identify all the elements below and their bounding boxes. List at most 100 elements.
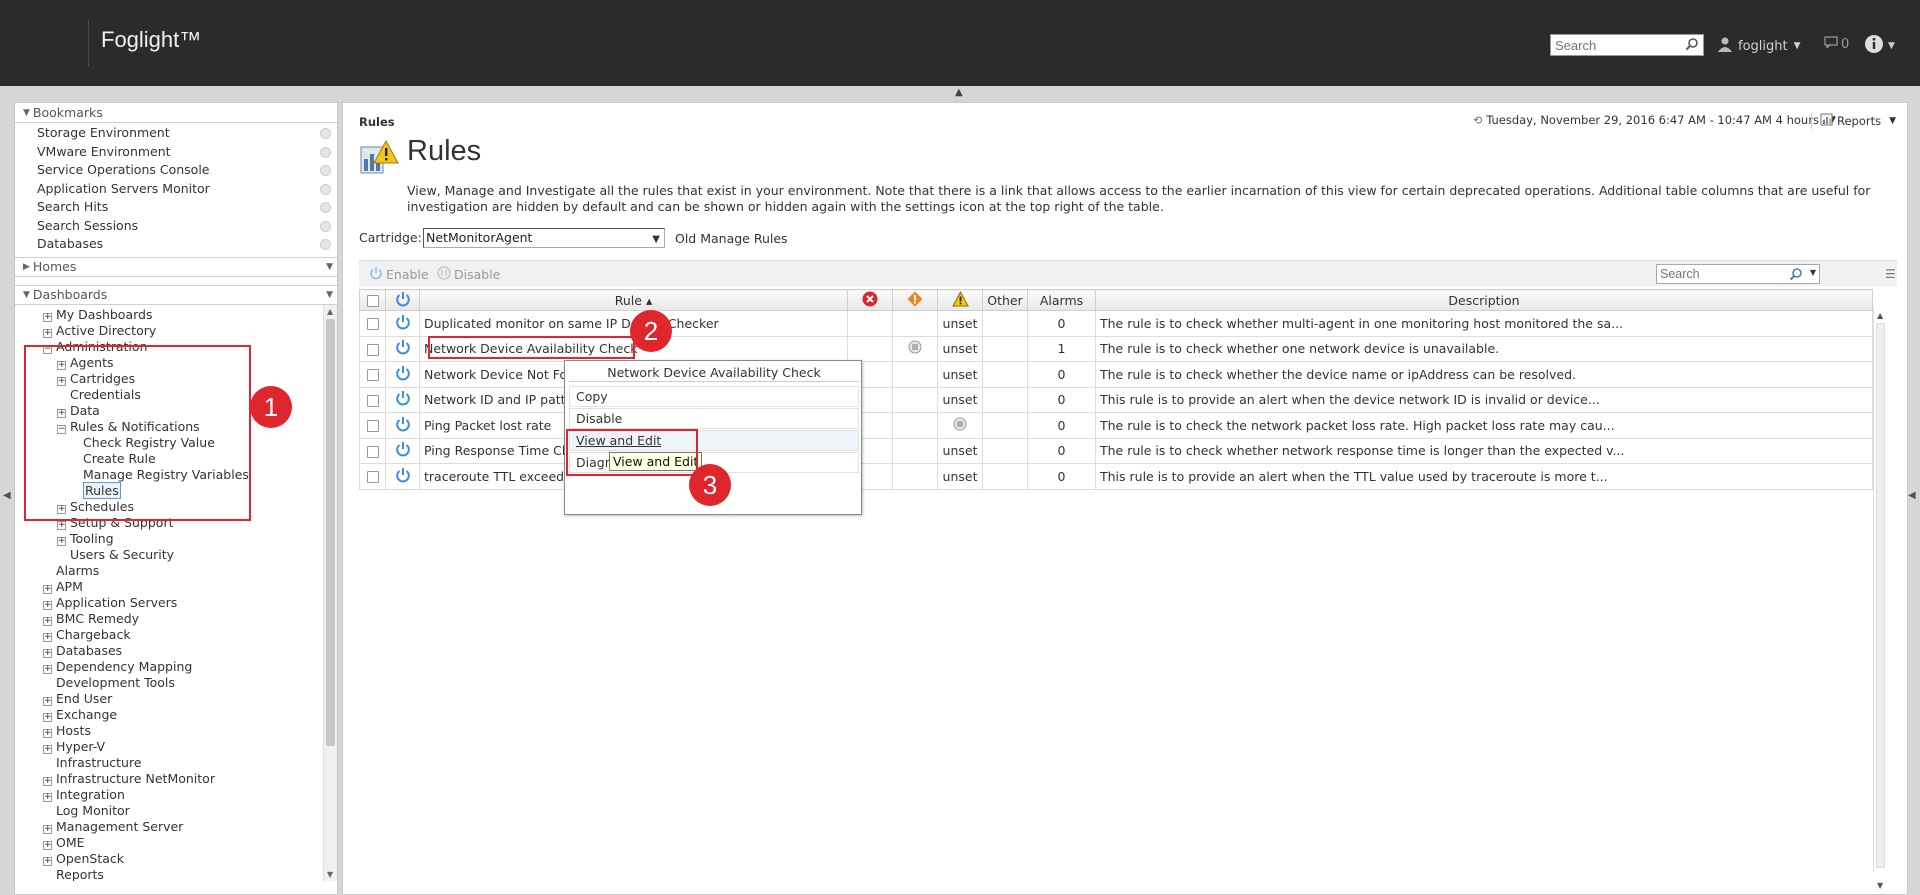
tree-item[interactable]: + Integration bbox=[43, 787, 125, 803]
rule-column-header[interactable]: Rule ▴ bbox=[419, 289, 848, 311]
reports-menu[interactable]: Reports ▼ bbox=[1811, 113, 1896, 129]
power-icon[interactable] bbox=[395, 314, 411, 333]
expand-icon[interactable]: + bbox=[57, 520, 66, 530]
global-search[interactable] bbox=[1550, 34, 1704, 56]
enable-button[interactable]: Enable bbox=[369, 266, 429, 283]
power-icon[interactable] bbox=[395, 416, 411, 435]
select-all-header[interactable] bbox=[359, 289, 386, 311]
remove-bookmark-icon[interactable] bbox=[320, 165, 331, 176]
row-select-cell[interactable] bbox=[359, 310, 386, 337]
bookmark-item[interactable]: Databases bbox=[15, 235, 337, 254]
other-column-header[interactable]: Other bbox=[982, 289, 1028, 311]
tree-item[interactable]: Development Tools bbox=[56, 675, 175, 691]
expand-icon[interactable]: + bbox=[43, 584, 52, 594]
power-icon[interactable] bbox=[395, 340, 411, 358]
time-range-selector[interactable]: ⟲ Tuesday, November 29, 2016 6:47 AM - 1… bbox=[1473, 113, 1836, 127]
table-row[interactable]: Duplicated monitor on same IP Device Che… bbox=[359, 310, 1873, 337]
tree-item[interactable]: Reports bbox=[56, 867, 104, 881]
tree-item[interactable]: + Infrastructure NetMonitor bbox=[43, 771, 215, 787]
homes-header[interactable]: ▶ Homes ▼ bbox=[15, 256, 337, 277]
severity-list-icon[interactable] bbox=[953, 417, 967, 434]
menu-item-disable[interactable]: Disable bbox=[569, 408, 859, 429]
row-select-cell[interactable] bbox=[359, 463, 386, 490]
critical-column-header[interactable] bbox=[892, 289, 938, 311]
expand-icon[interactable]: + bbox=[43, 616, 52, 626]
tree-item[interactable]: Users & Security bbox=[70, 547, 174, 563]
row-select-cell[interactable] bbox=[359, 386, 386, 413]
row-select-cell[interactable] bbox=[359, 361, 386, 388]
row-checkbox[interactable] bbox=[366, 471, 379, 484]
row-enabled-cell[interactable] bbox=[385, 361, 420, 388]
collapse-up-icon[interactable]: ▲ bbox=[955, 87, 963, 98]
expand-icon[interactable]: + bbox=[43, 648, 52, 658]
tree-item[interactable]: + BMC Remedy bbox=[43, 611, 139, 627]
expand-icon[interactable]: + bbox=[43, 312, 52, 322]
expand-icon[interactable]: + bbox=[43, 664, 52, 674]
expand-icon[interactable]: + bbox=[43, 328, 52, 338]
dashboards-header[interactable]: ▼ Dashboards ▼ bbox=[15, 284, 337, 305]
scroll-down-icon[interactable]: ▼ bbox=[1877, 881, 1883, 890]
row-enabled-cell[interactable] bbox=[385, 386, 420, 413]
fatal-column-header[interactable] bbox=[847, 289, 893, 311]
remove-bookmark-icon[interactable] bbox=[320, 220, 331, 232]
tree-item[interactable]: + APM bbox=[43, 579, 83, 595]
expand-icon[interactable]: + bbox=[43, 824, 52, 834]
disable-button[interactable]: Disable bbox=[437, 266, 500, 283]
tree-item[interactable]: + Dependency Mapping bbox=[43, 659, 192, 675]
scroll-up-icon[interactable]: ▲ bbox=[327, 307, 333, 316]
power-icon[interactable] bbox=[395, 365, 411, 384]
expand-icon[interactable]: + bbox=[43, 712, 52, 722]
user-menu[interactable]: foglight ▼ bbox=[1718, 36, 1801, 56]
power-icon[interactable] bbox=[395, 391, 411, 409]
bookmark-item[interactable]: Search Hits bbox=[15, 198, 337, 217]
remove-bookmark-icon[interactable] bbox=[320, 239, 331, 250]
filter-icon[interactable]: ▼ bbox=[326, 262, 333, 272]
row-checkbox[interactable] bbox=[366, 394, 379, 407]
tree-item[interactable]: Log Monitor bbox=[56, 803, 130, 819]
messages-button[interactable]: 0 bbox=[1824, 36, 1849, 52]
bookmark-item[interactable]: VMware Environment bbox=[15, 143, 337, 162]
tree-item[interactable]: + Hyper-V bbox=[43, 739, 105, 755]
row-select-cell[interactable] bbox=[359, 335, 386, 362]
table-search-input[interactable] bbox=[1657, 265, 1775, 283]
expand-icon[interactable]: + bbox=[43, 792, 52, 802]
expand-icon[interactable]: + bbox=[43, 728, 52, 738]
tree-scrollbar[interactable]: ▲ ▼ bbox=[323, 304, 337, 881]
tree-item[interactable]: + Application Servers bbox=[43, 595, 177, 611]
scrollbar-thumb[interactable] bbox=[1876, 323, 1885, 868]
row-enabled-cell[interactable] bbox=[385, 412, 420, 439]
old-manage-rules-link[interactable]: Old Manage Rules bbox=[675, 231, 788, 246]
remove-bookmark-icon[interactable] bbox=[320, 128, 331, 139]
row-checkbox[interactable] bbox=[366, 343, 379, 356]
search-icon[interactable] bbox=[1789, 267, 1803, 284]
row-enabled-cell[interactable] bbox=[385, 463, 420, 490]
expand-icon[interactable]: + bbox=[43, 600, 52, 610]
menu-item-copy[interactable]: Copy bbox=[569, 386, 859, 407]
tree-item[interactable]: + End User bbox=[43, 691, 112, 707]
tree-item[interactable]: + Databases bbox=[43, 643, 122, 659]
table-search[interactable]: ▼ bbox=[1656, 264, 1820, 284]
tree-item[interactable]: + OME bbox=[43, 835, 85, 851]
row-checkbox[interactable] bbox=[366, 369, 379, 382]
remove-bookmark-icon[interactable] bbox=[320, 202, 331, 213]
power-icon[interactable] bbox=[395, 467, 411, 486]
expand-icon[interactable]: + bbox=[43, 632, 52, 642]
scroll-up-icon[interactable]: ▲ bbox=[1877, 311, 1883, 320]
column-settings-icon[interactable]: ☰ bbox=[1885, 267, 1896, 281]
row-select-cell[interactable] bbox=[359, 437, 386, 464]
tree-item[interactable]: Alarms bbox=[56, 563, 99, 579]
tree-item[interactable]: + Management Server bbox=[43, 819, 183, 835]
expand-icon[interactable]: + bbox=[57, 536, 66, 546]
help-menu[interactable]: ▼ bbox=[1864, 34, 1895, 57]
row-checkbox[interactable] bbox=[366, 420, 379, 433]
bookmark-item[interactable]: Service Operations Console bbox=[15, 161, 337, 180]
row-checkbox[interactable] bbox=[366, 318, 379, 331]
scrollbar-thumb[interactable] bbox=[326, 318, 335, 746]
tree-item[interactable]: Infrastructure bbox=[56, 755, 142, 771]
chevron-down-icon[interactable]: ▼ bbox=[1810, 268, 1816, 277]
remove-bookmark-icon[interactable] bbox=[320, 146, 331, 158]
tree-item[interactable]: + OpenStack bbox=[43, 851, 124, 867]
bookmark-item[interactable]: Search Sessions bbox=[15, 217, 337, 236]
bookmark-item[interactable]: Application Servers Monitor bbox=[15, 180, 337, 199]
row-checkbox[interactable] bbox=[366, 445, 379, 458]
